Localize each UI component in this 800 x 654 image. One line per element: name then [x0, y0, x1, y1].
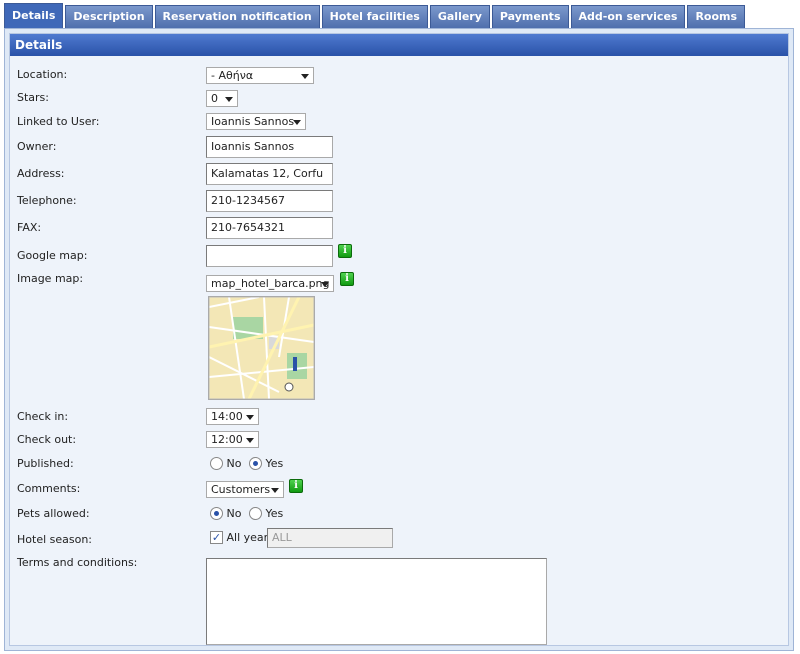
- tab-hotel-facilities[interactable]: Hotel facilities: [321, 5, 428, 28]
- tab-rooms[interactable]: Rooms: [687, 5, 746, 28]
- telephone-label: Telephone:: [17, 194, 77, 207]
- tab-gallery[interactable]: Gallery: [429, 5, 490, 28]
- pets-no-radio[interactable]: [210, 506, 223, 520]
- stars-value: 0: [211, 92, 218, 105]
- google-map-label: Google map:: [17, 249, 88, 262]
- section-title: Details: [10, 34, 788, 56]
- published-yes-label: Yes: [265, 456, 284, 470]
- address-label: Address:: [17, 167, 65, 180]
- comments-select[interactable]: Customers: [206, 481, 284, 498]
- location-label: Location:: [17, 68, 68, 81]
- chevron-down-icon: [246, 415, 254, 420]
- telephone-input[interactable]: 210-1234567: [206, 190, 333, 212]
- check-out-value: 12:00: [211, 433, 243, 446]
- tab-bar: Details Description Reservation notifica…: [4, 3, 747, 29]
- terms-label: Terms and conditions:: [17, 556, 138, 569]
- tab-description[interactable]: Description: [65, 5, 153, 28]
- chevron-down-icon: [301, 74, 309, 79]
- chevron-down-icon: [293, 120, 301, 125]
- terms-textarea[interactable]: [206, 558, 547, 645]
- info-icon[interactable]: i: [340, 272, 354, 286]
- tab-payments[interactable]: Payments: [491, 5, 569, 28]
- chevron-down-icon: [271, 488, 279, 493]
- image-map-select[interactable]: map_hotel_barca.png: [206, 275, 334, 292]
- check-in-label: Check in:: [17, 410, 69, 423]
- season-input[interactable]: ALL: [267, 528, 393, 548]
- owner-input[interactable]: Ioannis Sannos: [206, 136, 333, 158]
- check-in-value: 14:00: [211, 410, 243, 423]
- address-input[interactable]: Kalamatas 12, Corfu: [206, 163, 333, 185]
- info-icon[interactable]: i: [338, 244, 352, 258]
- chevron-down-icon: [246, 438, 254, 443]
- chevron-down-icon: [321, 282, 329, 287]
- google-map-input[interactable]: [206, 245, 333, 267]
- image-map-label: Image map:: [17, 272, 84, 285]
- location-value: - Αθήνα: [211, 69, 254, 82]
- chevron-down-icon: [225, 97, 233, 102]
- check-in-select[interactable]: 14:00: [206, 408, 259, 425]
- map-thumbnail-graphic: [209, 297, 314, 399]
- check-out-label: Check out:: [17, 433, 77, 446]
- details-panel: Details Location: - Αθήνα Stars: 0 Linke…: [4, 28, 794, 651]
- image-map-value: map_hotel_barca.png: [211, 277, 330, 290]
- pets-yes-label: Yes: [265, 506, 284, 520]
- pets-yes-radio[interactable]: [248, 506, 262, 520]
- comments-label: Comments:: [17, 482, 81, 495]
- hotel-season-label: Hotel season:: [17, 533, 93, 546]
- published-no-label: No: [226, 456, 242, 470]
- linked-user-label: Linked to User:: [17, 115, 100, 128]
- owner-label: Owner:: [17, 140, 57, 153]
- map-thumbnail: [208, 296, 315, 400]
- pets-no-label: No: [226, 506, 242, 520]
- location-select[interactable]: - Αθήνα: [206, 67, 314, 84]
- published-yes-radio[interactable]: [248, 456, 262, 470]
- comments-value: Customers: [211, 483, 271, 496]
- pets-allowed-label: Pets allowed:: [17, 507, 90, 520]
- tab-details[interactable]: Details: [4, 3, 64, 28]
- fax-input[interactable]: 210-7654321: [206, 217, 333, 239]
- details-form: Details Location: - Αθήνα Stars: 0 Linke…: [9, 33, 789, 646]
- fax-label: FAX:: [17, 221, 42, 234]
- published-no-radio[interactable]: [210, 456, 223, 470]
- tab-reservation-notification[interactable]: Reservation notification: [154, 5, 320, 28]
- tab-add-on-services[interactable]: Add-on services: [570, 5, 686, 28]
- info-icon[interactable]: i: [289, 479, 303, 493]
- check-out-select[interactable]: 12:00: [206, 431, 259, 448]
- linked-user-value: Ioannis Sannos: [211, 115, 295, 128]
- linked-user-select[interactable]: Ioannis Sannos: [206, 113, 306, 130]
- stars-label: Stars:: [17, 91, 49, 104]
- all-year-checkbox[interactable]: ✓: [210, 530, 223, 544]
- all-year-label: All year: [226, 530, 269, 544]
- stars-select[interactable]: 0: [206, 90, 238, 107]
- published-label: Published:: [17, 457, 74, 470]
